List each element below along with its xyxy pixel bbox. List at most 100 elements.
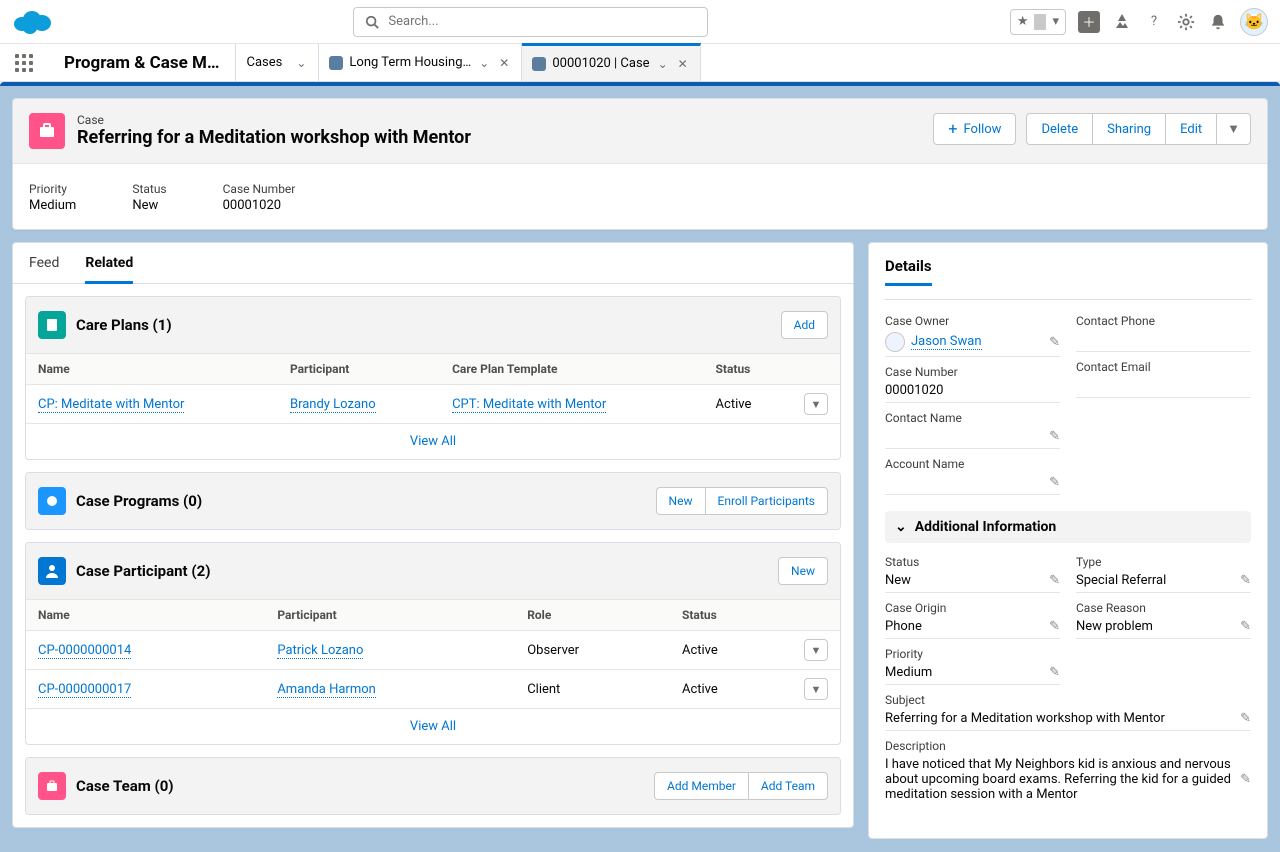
more-actions-button[interactable]: ▼ [1216, 113, 1251, 145]
edit-icon[interactable]: ✎ [1240, 772, 1251, 787]
edit-icon[interactable]: ✎ [1049, 573, 1060, 588]
field-label: Contact Name [885, 411, 1060, 425]
field-label: Subject [885, 693, 1251, 707]
col-name: Name [26, 600, 265, 631]
status-cell: Active [704, 385, 792, 424]
new-button[interactable]: New [656, 487, 705, 515]
row-menu-button[interactable]: ▼ [804, 678, 828, 700]
col-status: Status [670, 600, 792, 631]
field-label: Status [885, 555, 1060, 569]
nav-bar: Program & Case M… Cases ⌄ Long Term Hous… [0, 44, 1280, 82]
user-avatar[interactable]: 🐱 [1240, 8, 1268, 36]
field-label: Case Owner [885, 314, 1060, 328]
template-link[interactable]: CPT: Meditate with Mentor [452, 397, 606, 413]
tab-label: Cases [246, 55, 282, 70]
view-all-link[interactable]: View All [410, 719, 456, 734]
related-panel: Feed Related Care Plans (1) Add Name Par… [12, 242, 854, 828]
col-template: Care Plan Template [440, 354, 703, 385]
case-participant-icon [38, 557, 66, 585]
search-input[interactable] [388, 14, 699, 29]
role-cell: Client [515, 670, 670, 709]
edit-icon[interactable]: ✎ [1240, 573, 1251, 588]
field-value: I have noticed that My Neighbors kid is … [885, 757, 1234, 802]
col-status: Status [704, 354, 792, 385]
field-label: Status [132, 182, 166, 196]
object-label: Case [77, 113, 471, 127]
participant-link[interactable]: Amanda Harmon [277, 682, 376, 698]
edit-icon[interactable]: ✎ [1240, 619, 1251, 634]
app-name: Program & Case M… [48, 44, 236, 81]
edit-icon[interactable]: ✎ [1240, 711, 1251, 726]
chevron-down-icon[interactable]: ⌄ [656, 57, 670, 71]
care-plan-link[interactable]: CP: Meditate with Mentor [38, 397, 184, 413]
field-label: Case Origin [885, 601, 1060, 615]
table-row: CP: Meditate with Mentor Brandy Lozano C… [26, 385, 840, 424]
search-icon [362, 12, 382, 32]
nav-tab-cases[interactable]: Cases ⌄ [236, 44, 319, 81]
view-all-link[interactable]: View All [410, 434, 456, 449]
card-title: Case Programs (0) [76, 492, 202, 510]
setup-gear-icon[interactable] [1176, 12, 1196, 32]
col-participant: Participant [265, 600, 515, 631]
chevron-down-icon[interactable]: ⌄ [477, 56, 491, 70]
care-plans-card: Care Plans (1) Add Name Participant Care… [25, 296, 841, 460]
edit-icon[interactable]: ✎ [1049, 619, 1060, 634]
owner-avatar-icon [885, 332, 905, 352]
row-menu-button[interactable]: ▼ [804, 639, 828, 661]
change-owner-icon[interactable]: ✎ [1049, 335, 1060, 350]
field-label: Case Number [885, 365, 1060, 379]
sharing-button[interactable]: Sharing [1092, 113, 1165, 145]
row-menu-button[interactable]: ▼ [804, 393, 828, 415]
nav-tab-case-00001020[interactable]: 00001020 | Case ⌄ ✕ [522, 43, 700, 81]
enroll-participants-button[interactable]: Enroll Participants [705, 487, 829, 515]
record-icon [532, 57, 546, 71]
case-owner-link[interactable]: Jason Swan [911, 334, 982, 350]
add-button[interactable]: Add [781, 311, 828, 339]
participant-link[interactable]: Patrick Lozano [277, 643, 363, 659]
participant-link[interactable]: Brandy Lozano [290, 397, 376, 413]
close-icon[interactable]: ✕ [497, 56, 511, 70]
tab-related[interactable]: Related [85, 255, 133, 284]
add-member-button[interactable]: Add Member [654, 772, 748, 800]
field-value: New [132, 198, 166, 213]
help-icon[interactable]: ? [1144, 12, 1164, 32]
field-label: Contact Email [1076, 360, 1251, 374]
additional-info-section[interactable]: ⌄ Additional Information [885, 511, 1251, 543]
details-title: Details [885, 257, 932, 286]
edit-button[interactable]: Edit [1165, 113, 1216, 145]
chevron-down-icon: ▾ [1046, 14, 1065, 29]
tab-feed[interactable]: Feed [29, 255, 59, 283]
edit-icon[interactable]: ✎ [1049, 665, 1060, 680]
notifications-bell-icon[interactable] [1208, 12, 1228, 32]
global-search[interactable] [353, 7, 708, 37]
new-button[interactable]: New [778, 557, 828, 585]
field-value: Medium [29, 198, 76, 213]
case-icon [29, 113, 65, 149]
field-value: New [885, 573, 1043, 588]
nav-tab-long-term-housing[interactable]: Long Term Housing… ⌄ ✕ [319, 44, 522, 81]
favorites-button[interactable]: ★▾ [1010, 9, 1066, 35]
field-value: Medium [885, 665, 1043, 680]
col-participant: Participant [278, 354, 440, 385]
chevron-down-icon[interactable]: ⌄ [294, 56, 308, 70]
participant-record-link[interactable]: CP-0000000014 [38, 643, 131, 659]
case-team-card: Case Team (0) Add Member Add Team [25, 757, 841, 815]
participant-record-link[interactable]: CP-0000000017 [38, 682, 131, 698]
add-icon[interactable]: ＋ [1078, 11, 1100, 33]
edit-icon[interactable]: ✎ [1049, 429, 1060, 444]
add-team-button[interactable]: Add Team [748, 772, 828, 800]
app-launcher-button[interactable] [0, 44, 48, 81]
field-value: Phone [885, 619, 1043, 634]
follow-button[interactable]: +Follow [933, 113, 1016, 145]
field-label: Case Number [223, 182, 296, 196]
delete-button[interactable]: Delete [1026, 113, 1092, 145]
details-panel: Details Case Owner Jason Swan ✎ Case Numb… [868, 242, 1268, 839]
case-participant-card: Case Participant (2) New Name Participan… [25, 542, 841, 745]
case-team-icon [38, 772, 66, 800]
role-cell: Observer [515, 631, 670, 670]
trailhead-icon[interactable] [1112, 12, 1132, 32]
field-label: Priority [29, 182, 76, 196]
edit-icon[interactable]: ✎ [1049, 475, 1060, 490]
close-icon[interactable]: ✕ [676, 57, 690, 71]
tab-label: Long Term Housing… [349, 55, 471, 70]
